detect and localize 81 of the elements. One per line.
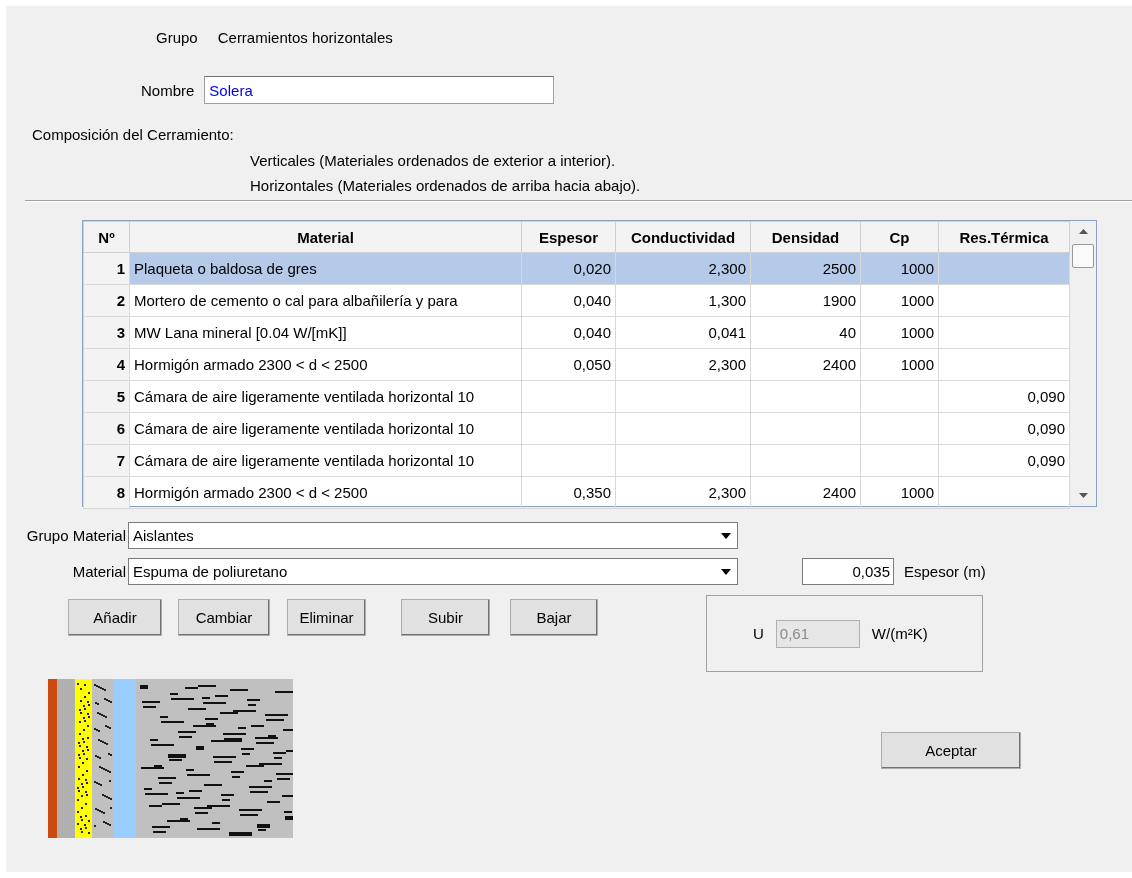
column-header[interactable]: Material [129,221,522,253]
table-cell: 0,040 [573,324,611,341]
thickness-label: Espesor (m) [904,563,986,580]
table-cell: MW Lana mineral [0.04 W/[mK]] [134,324,347,341]
table-cell: Hormigón armado 2300 < d < 2500 [134,356,368,373]
column-header[interactable]: Espesor [521,221,616,253]
material-label: Material [71,563,126,580]
u-unit: W/(m²K) [871,625,928,642]
table-cell: 1000 [900,356,934,373]
table-cell: 8 [116,484,125,501]
table-cell: 1,300 [708,292,746,309]
table-cell: 0,350 [573,484,611,501]
table-cell: 2500 [822,260,856,277]
composition-note: Verticales (Materiales ordenados de exterior a interior). [249,151,617,171]
action-button[interactable]: Cambiar [178,599,270,636]
name-field[interactable]: Solera [204,76,555,104]
table-row[interactable]: 8 Hormigón armado 2300 < d < 2500 0,350 2,300 2400 1000 [83,476,1070,509]
table-cell: 0,020 [573,260,611,277]
table-cell: 7 [116,452,125,469]
table-row[interactable]: 2 Mortero de cemento o cal para albañilería y para 0,040 1,300 1900 1000 [83,284,1070,317]
thickness-field[interactable]: 0,035 [802,558,894,585]
table-cell: 2400 [822,356,856,373]
table-row[interactable]: 7 Cámara de aire ligeramente ventilada horizontal 10 0,090 [83,444,1070,477]
table-cell: 5 [116,388,125,405]
group-material-label: Grupo Material [25,527,126,544]
scroll-thumb[interactable] [1072,244,1094,268]
table-row[interactable]: 4 Hormigón armado 2300 < d < 2500 0,050 2,300 2400 1000 [83,348,1070,381]
scroll-down-icon[interactable] [1078,493,1088,498]
group-label: Grupo [156,28,198,46]
table-cell: 3 [116,324,125,341]
table-cell: 6 [116,420,125,437]
table-cell: 2,300 [708,260,746,277]
column-header[interactable]: Cp [860,221,939,253]
table-cell: 0,050 [573,356,611,373]
action-button[interactable]: Añadir [68,599,162,636]
table-cell: 1000 [900,292,934,309]
table-cell: Mortero de cemento o cal para albañilería y para [134,292,458,309]
table-cell: 0,090 [1027,420,1065,437]
table-row[interactable]: 5 Cámara de aire ligeramente ventilada horizontal 10 0,090 [83,380,1070,413]
table-cell: 0,090 [1027,452,1065,469]
table-row[interactable]: 3 MW Lana mineral [0.04 W/[mK]] 0,040 0,041 40 1000 [83,316,1070,349]
table-cell: Hormigón armado 2300 < d < 2500 [134,484,368,501]
dropdown-arrow-icon[interactable] [721,532,731,539]
table-cell: 1000 [900,260,934,277]
table-cell: 40 [839,324,856,341]
action-button[interactable]: Eliminar [287,599,366,636]
table-cell: 2,300 [708,356,746,373]
table-cell: 1900 [822,292,856,309]
group-value: Cerramientos horizontales [217,28,393,46]
table-cell: 1000 [900,324,934,341]
composition-title: Composición del Cerramiento: [31,126,235,145]
composition-note: Horizontales (Materiales ordenados de arriba hacia abajo). [249,176,642,196]
table-cell: Cámara de aire ligeramente ventilada horizontal 10 [134,420,475,437]
table-row[interactable]: 1 Plaqueta o baldosa de gres 0,020 2,300 2500 1000 [83,252,1070,285]
accept-button[interactable]: Aceptar [881,732,1021,769]
scroll-up-icon[interactable] [1078,229,1088,234]
name-label: Nombre [141,81,195,99]
dropdown-arrow-icon[interactable] [721,568,731,575]
table-cell: 0,041 [708,324,746,341]
column-header[interactable]: Nº [83,221,130,253]
scrollbar[interactable] [1070,221,1096,506]
material-dropdown[interactable]: Espuma de poliuretano [128,558,738,585]
table-cell: 2,300 [708,484,746,501]
table-cell: 2 [116,292,125,309]
group-material-dropdown[interactable]: Aislantes [128,522,738,549]
table-cell: 2400 [822,484,856,501]
action-button[interactable]: Bajar [510,599,598,636]
table-cell: 1 [116,260,125,277]
column-header[interactable]: Densidad [750,221,861,253]
table-cell: Cámara de aire ligeramente ventilada horizontal 10 [134,452,475,469]
u-label: U [753,625,764,642]
table-row[interactable]: 6 Cámara de aire ligeramente ventilada horizontal 10 0,090 [83,412,1070,445]
table-cell: Cámara de aire ligeramente ventilada horizontal 10 [134,388,475,405]
column-header[interactable]: Conductividad [615,221,751,253]
table-cell: 0,090 [1027,388,1065,405]
table-cell: 4 [116,356,125,373]
table-cell: 0,040 [573,292,611,309]
column-header[interactable]: Res.Térmica [938,221,1070,253]
action-button[interactable]: Subir [401,599,490,636]
table-cell: 1000 [900,484,934,501]
table-cell: Plaqueta o baldosa de gres [134,260,317,277]
